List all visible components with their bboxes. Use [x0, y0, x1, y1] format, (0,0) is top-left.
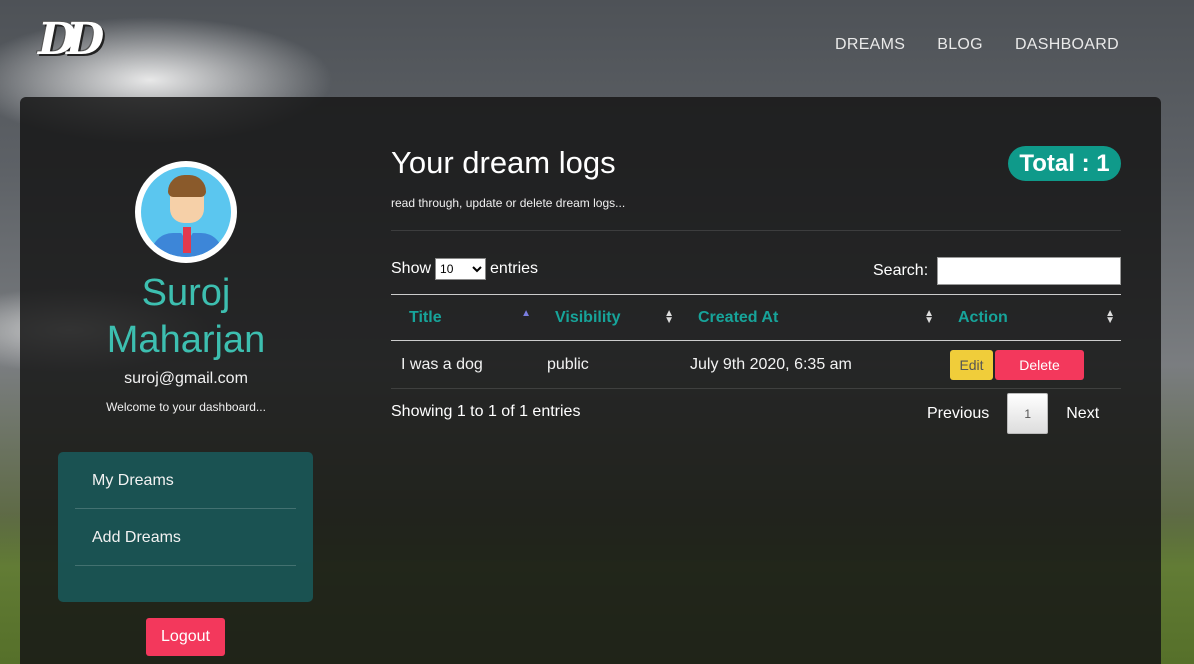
- user-email: suroj@gmail.com: [124, 370, 248, 387]
- page-1-button[interactable]: 1: [1007, 393, 1049, 434]
- pagination: Previous 1 Next: [927, 393, 1099, 434]
- cell-visibility: public: [537, 340, 680, 389]
- search-input[interactable]: [937, 257, 1122, 285]
- page-subtitle: read through, update or delete dream log…: [391, 196, 626, 210]
- cell-created-at: July 9th 2020, 6:35 am: [680, 340, 940, 389]
- page-size-select[interactable]: 10: [435, 258, 487, 280]
- header-divider: [391, 230, 1121, 231]
- next-page-button[interactable]: Next: [1066, 405, 1099, 423]
- page-size-control: Show 10 entries: [391, 258, 538, 280]
- sort-icon: ▲ ▼: [924, 308, 934, 326]
- cell-action: Edit Delete: [940, 340, 1121, 389]
- user-name: Suroj Maharjan: [106, 272, 266, 361]
- logout-button[interactable]: Logout: [146, 618, 225, 656]
- search-label: Search:: [873, 262, 929, 279]
- column-header-title[interactable]: Title ▲: [391, 295, 537, 341]
- top-nav: DREAMS BLOG DASHBOARD: [835, 36, 1119, 54]
- sidebar-item-my-dreams[interactable]: My Dreams: [75, 452, 296, 509]
- table-row: I was a dog public July 9th 2020, 6:35 a…: [391, 340, 1121, 389]
- avatar-image: [141, 167, 231, 257]
- sort-icon: ▲ ▼: [1105, 308, 1115, 326]
- nav-dreams[interactable]: DREAMS: [835, 36, 905, 54]
- column-header-created-at[interactable]: Created At ▲ ▼: [680, 295, 940, 341]
- edit-button[interactable]: Edit: [950, 349, 993, 380]
- page-title: Your dream logs: [391, 145, 616, 180]
- avatar: [135, 161, 237, 263]
- sidebar-item-add-dreams[interactable]: Add Dreams: [75, 509, 296, 566]
- previous-page-button[interactable]: Previous: [927, 405, 989, 423]
- show-label: Show: [391, 260, 432, 277]
- cell-title: I was a dog: [391, 340, 537, 389]
- site-logo[interactable]: DD: [38, 14, 104, 65]
- nav-dashboard[interactable]: DASHBOARD: [1015, 36, 1119, 54]
- nav-blog[interactable]: BLOG: [937, 36, 983, 54]
- total-badge: Total : 1: [1008, 146, 1121, 181]
- welcome-message: Welcome to your dashboard...: [106, 400, 266, 414]
- entries-info: Showing 1 to 1 of 1 entries: [391, 403, 581, 420]
- column-header-visibility[interactable]: Visibility ▲ ▼: [537, 295, 680, 341]
- search-control: Search:: [873, 257, 1122, 285]
- sort-icon: ▲ ▼: [664, 308, 674, 326]
- column-header-action[interactable]: Action ▲ ▼: [940, 295, 1121, 341]
- entries-label: entries: [490, 260, 539, 277]
- sidebar-menu: My Dreams Add Dreams: [58, 452, 313, 602]
- sort-asc-icon: ▲: [521, 308, 531, 319]
- dream-logs-table: Title ▲ Visibility ▲ ▼ Created At ▲ ▼ Acti…: [391, 294, 1121, 389]
- delete-button[interactable]: Delete: [995, 349, 1084, 380]
